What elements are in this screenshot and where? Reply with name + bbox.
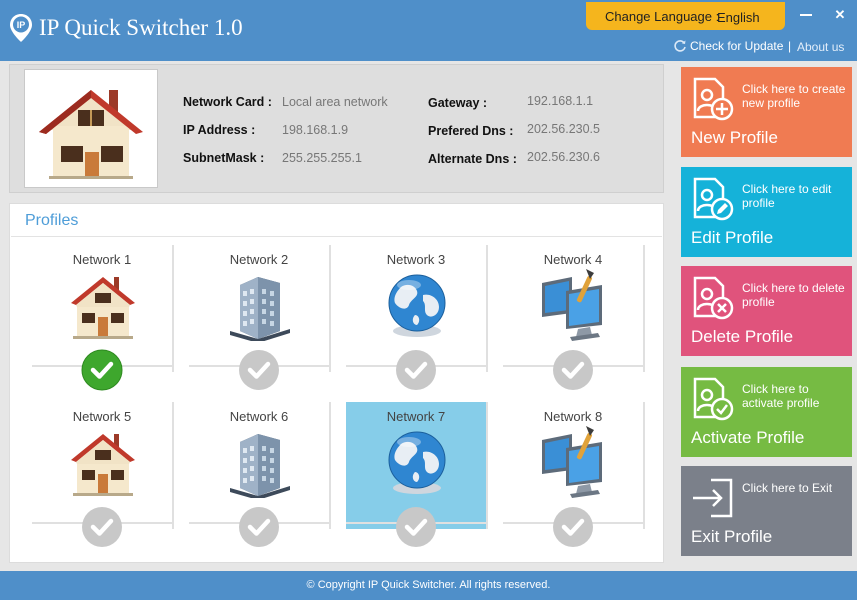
office-building-icon: [230, 277, 290, 341]
refresh-icon: [674, 40, 686, 52]
language-label: Change Language :: [605, 9, 720, 24]
exit-title: Exit Profile: [691, 527, 773, 546]
edit-profile-button[interactable]: Click here to edit profile Edit Profile: [681, 167, 852, 257]
activate-profile-title: Activate Profile: [691, 428, 805, 447]
title-bar: IP IP Quick Switcher 1.0 Change Language…: [0, 0, 857, 61]
delete-profile-icon: [693, 276, 734, 320]
globe-icon: [388, 431, 446, 494]
new-profile-hint: Click here to create new profile: [742, 82, 846, 110]
change-language-dropdown[interactable]: Change Language : English: [586, 2, 785, 30]
footer: © Copyright IP Quick Switcher. All right…: [0, 571, 857, 600]
monitors-icon: [542, 426, 602, 498]
minimize-button[interactable]: [797, 7, 815, 23]
profile-name: Network 7: [386, 409, 446, 424]
app-title: IP Quick Switcher 1.0: [39, 15, 243, 40]
profile-name: Network 2: [229, 252, 289, 267]
active-check-icon[interactable]: [81, 349, 123, 391]
alternate-dns-label: Alternate Dns :: [428, 152, 517, 166]
house-icon: [71, 434, 135, 496]
profile-name: Network 4: [543, 252, 603, 267]
profile-tile-network-8[interactable]: Network 8: [503, 402, 645, 547]
profiles-divider: [11, 236, 662, 237]
ip-address-value: 198.168.1.9: [282, 123, 349, 137]
check-for-update-label: Check for Update: [690, 39, 784, 53]
preferred-dns-label: Prefered Dns :: [428, 124, 514, 138]
ip-address-label: IP Address :: [183, 123, 256, 137]
activate-profile-icon: [693, 377, 734, 421]
profile-tile-network-6[interactable]: Network 6: [189, 402, 331, 547]
inactive-check-icon[interactable]: [552, 349, 594, 391]
link-separator: |: [788, 39, 792, 53]
profile-tile-network-5[interactable]: Network 5: [32, 402, 174, 547]
exit-icon: [693, 478, 733, 518]
house-icon: [71, 277, 135, 339]
copyright-text: © Copyright IP Quick Switcher. All right…: [306, 579, 551, 591]
about-us-link[interactable]: About us: [797, 40, 844, 54]
globe-icon: [388, 274, 446, 337]
add-profile-icon: [693, 77, 734, 121]
current-network-thumbnail: [24, 69, 158, 188]
profile-tile-network-7[interactable]: Network 7: [346, 402, 488, 547]
profile-name: Network 1: [72, 252, 132, 267]
svg-text:IP: IP: [17, 20, 26, 30]
alternate-dns-value: 202.56.230.6: [527, 150, 600, 164]
new-profile-button[interactable]: Click here to create new profile New Pro…: [681, 67, 852, 157]
subnet-mask-label: SubnetMask :: [183, 151, 265, 165]
network-card-value: Local area network: [282, 95, 388, 109]
network-info-panel: Network Card : Local area network IP Add…: [9, 64, 664, 193]
profile-name: Network 5: [72, 409, 132, 424]
new-profile-title: New Profile: [691, 128, 778, 147]
inactive-check-icon[interactable]: [552, 506, 594, 548]
network-card-label: Network Card :: [183, 95, 272, 109]
inactive-check-icon[interactable]: [395, 349, 437, 391]
ip-pin-logo-icon: IP: [10, 14, 32, 42]
edit-profile-title: Edit Profile: [691, 228, 774, 247]
gateway-label: Gateway :: [428, 96, 488, 110]
monitors-icon: [542, 269, 602, 341]
activate-profile-hint: Click here to activate profile: [742, 382, 820, 410]
language-value: English: [717, 10, 760, 25]
profile-name: Network 6: [229, 409, 289, 424]
house-icon: [39, 90, 143, 179]
profiles-title: Profiles: [25, 212, 79, 229]
edit-profile-icon: [693, 177, 734, 221]
activate-profile-button[interactable]: Click here to activate profile Activate …: [681, 367, 852, 457]
exit-hint: Click here to Exit: [742, 481, 833, 495]
inactive-check-icon[interactable]: [238, 506, 280, 548]
edit-profile-hint: Click here to edit profile: [742, 182, 832, 210]
delete-profile-button[interactable]: Click here to delete profile Delete Prof…: [681, 266, 852, 356]
profiles-panel: Profiles Network 1 Network 2 Network 3 N…: [9, 203, 664, 563]
profile-tile-network-2[interactable]: Network 2: [189, 245, 331, 390]
subnet-mask-value: 255.255.255.1: [282, 151, 362, 165]
gateway-value: 192.168.1.1: [527, 94, 594, 108]
profile-name: Network 8: [543, 409, 603, 424]
delete-profile-title: Delete Profile: [691, 327, 794, 346]
profile-name: Network 3: [386, 252, 446, 267]
profile-tile-network-4[interactable]: Network 4: [503, 245, 645, 390]
close-button[interactable]: ✕: [830, 7, 850, 23]
delete-profile-hint: Click here to delete profile: [742, 281, 845, 309]
preferred-dns-value: 202.56.230.5: [527, 122, 600, 136]
profile-tile-network-3[interactable]: Network 3: [346, 245, 488, 390]
exit-button[interactable]: Click here to Exit Exit Profile: [681, 466, 852, 556]
profile-tile-network-1[interactable]: Network 1: [32, 245, 174, 391]
check-for-update-link[interactable]: Check for Update: [673, 39, 783, 53]
inactive-check-icon[interactable]: [395, 506, 437, 548]
office-building-icon: [230, 434, 290, 498]
inactive-check-icon[interactable]: [238, 349, 280, 391]
inactive-check-icon[interactable]: [81, 506, 123, 548]
